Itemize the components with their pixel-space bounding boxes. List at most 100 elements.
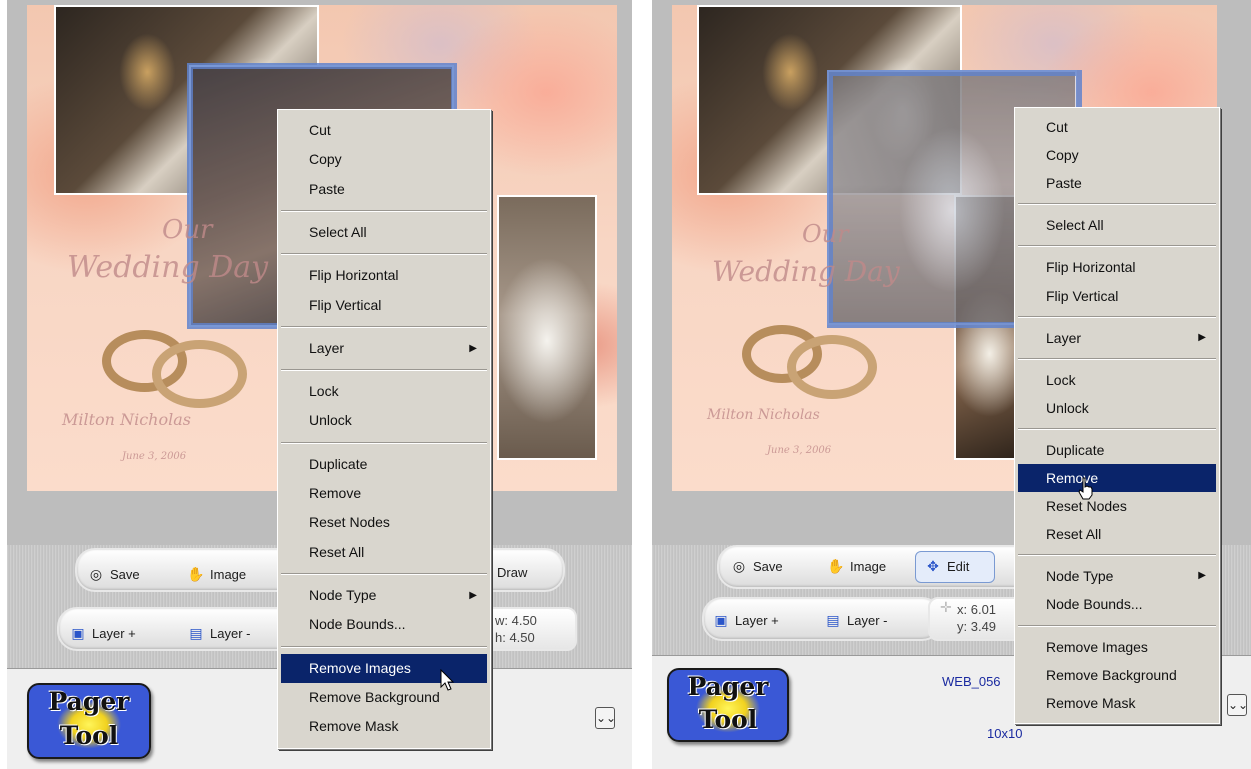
menu-item-paste[interactable]: Paste [281, 175, 487, 204]
menu-separator [1018, 203, 1216, 206]
card-names: Milton Nicholas [62, 410, 191, 429]
menu-item-remove-mask[interactable]: Remove Mask [1018, 689, 1216, 717]
menu-item-reset-all[interactable]: Reset All [281, 538, 487, 567]
menu-item-select-all[interactable]: Select All [281, 218, 487, 247]
file-name-label: WEB_056 [942, 674, 1001, 689]
menu-item-node-type[interactable]: Node Type ▶ [281, 581, 487, 610]
image-button[interactable]: ✋ Image [827, 557, 886, 575]
image-label: Image [850, 558, 887, 574]
menu-item-cut[interactable]: Cut [1018, 113, 1216, 141]
menu-item-label: Copy [309, 151, 342, 168]
edit-label: Edit [947, 558, 970, 574]
save-button[interactable]: ◎ Save [730, 557, 783, 575]
menu-item-remove-mask[interactable]: Remove Mask [281, 712, 487, 741]
logo-line1: Pager [687, 672, 769, 701]
menu-item-duplicate[interactable]: Duplicate [1018, 436, 1216, 464]
menu-item-lock[interactable]: Lock [281, 377, 487, 406]
menu-item-reset-nodes[interactable]: Reset Nodes [1018, 492, 1216, 520]
width-readout: w: 4.50 [495, 613, 537, 628]
y-readout: y: 3.49 [957, 619, 997, 634]
menu-item-reset-all[interactable]: Reset All [1018, 520, 1216, 548]
context-menu: Cut Copy Paste Select All Flip Horizontal Fli… [277, 109, 491, 749]
move-arrows-icon: ✥ [927, 558, 939, 574]
image-button[interactable]: ✋ Image [187, 565, 246, 583]
menu-item-node-bounds[interactable]: Node Bounds... [281, 610, 487, 639]
height-readout: h: 4.50 [495, 630, 535, 645]
layer-minus-label: Layer - [210, 625, 251, 641]
menu-item-layer[interactable]: Layer ▶ [1018, 324, 1216, 352]
card-date: June 3, 2006 [767, 445, 832, 456]
layer-down-icon: ▤ [826, 612, 840, 628]
layer-up-button[interactable]: ▣ Layer + [69, 624, 135, 642]
menu-item-label: Flip Horizontal [309, 267, 399, 284]
size-label: 10x10 [987, 726, 1023, 741]
layer-up-icon: ▣ [714, 612, 728, 628]
menu-item-flip-vertical[interactable]: Flip Vertical [281, 291, 487, 320]
triangle-right-icon: ▶ [469, 342, 477, 354]
menu-item-label: Layer [1046, 329, 1082, 346]
menu-item-label: Select All [309, 223, 367, 240]
layer-down-button[interactable]: ▤ Layer - [187, 624, 250, 642]
photo-groom[interactable] [497, 195, 597, 460]
menu-item-remove-background[interactable]: Remove Background [281, 683, 487, 712]
menu-item-remove[interactable]: Remove [1018, 464, 1216, 493]
menu-item-copy[interactable]: Copy [1018, 141, 1216, 169]
menu-item-layer[interactable]: Layer ▶ [281, 334, 487, 363]
layer-up-button[interactable]: ▣ Layer + [712, 611, 778, 629]
menu-item-label: Node Bounds... [309, 616, 406, 633]
menu-item-reset-nodes[interactable]: Reset Nodes [281, 508, 487, 537]
x-readout: x: 6.01 [957, 602, 997, 617]
menu-item-copy[interactable]: Copy [281, 145, 487, 174]
menu-item-label: Cut [1046, 119, 1068, 135]
image-label: Image [210, 566, 247, 582]
menu-separator [1018, 624, 1216, 627]
draw-button[interactable]: Draw [497, 565, 527, 580]
pager-tool-logo: Pager Tool [667, 668, 789, 742]
menu-item-select-all[interactable]: Select All [1018, 211, 1216, 239]
menu-item-remove[interactable]: Remove [281, 479, 487, 508]
menu-item-cut[interactable]: Cut [281, 116, 487, 145]
menu-item-label: Unlock [1046, 399, 1089, 416]
menu-item-flip-horizontal[interactable]: Flip Horizontal [281, 261, 487, 290]
ring-icon [787, 335, 877, 399]
menu-item-label: Cut [309, 122, 331, 138]
menu-item-label: Node Type [309, 586, 377, 603]
menu-item-duplicate[interactable]: Duplicate [281, 450, 487, 479]
menu-item-label: Remove Mask [309, 718, 399, 735]
logo-line2: Tool [59, 721, 119, 750]
menu-separator [1018, 315, 1216, 318]
menu-item-unlock[interactable]: Unlock [1018, 394, 1216, 422]
menu-item-paste[interactable]: Paste [1018, 169, 1216, 197]
menu-separator [1018, 245, 1216, 248]
menu-item-label: Flip Horizontal [1046, 259, 1136, 276]
menu-item-remove-images[interactable]: Remove Images [1018, 633, 1216, 661]
menu-item-label: Remove Background [1046, 666, 1177, 683]
layer-down-button[interactable]: ▤ Layer - [824, 611, 887, 629]
menu-item-label: Reset Nodes [309, 514, 390, 531]
menu-separator [281, 253, 487, 256]
menu-item-label: Layer [309, 339, 345, 356]
menu-item-label: Flip Vertical [309, 296, 382, 313]
double-chevron-down-icon[interactable]: ⌄⌄ [595, 707, 616, 729]
menu-item-label: Lock [1046, 371, 1076, 388]
double-chevron-down-icon[interactable]: ⌄⌄ [1227, 694, 1248, 716]
card-title-line1: Our [162, 215, 213, 245]
menu-separator [281, 369, 487, 372]
menu-item-label: Node Bounds... [1046, 596, 1143, 613]
save-button[interactable]: ◎ Save [87, 565, 140, 583]
menu-item-flip-horizontal[interactable]: Flip Horizontal [1018, 253, 1216, 281]
save-label: Save [753, 558, 783, 574]
right-screenshot-panel: Our Wedding Day Milton Nicholas June 3, … [652, 0, 1251, 769]
edit-button[interactable]: ✥ Edit [924, 557, 969, 575]
menu-item-lock[interactable]: Lock [1018, 366, 1216, 394]
menu-item-remove-images[interactable]: Remove Images [281, 653, 487, 683]
card-names: Milton Nicholas [707, 407, 820, 423]
menu-item-unlock[interactable]: Unlock [281, 406, 487, 435]
draw-label: Draw [497, 565, 528, 580]
menu-item-remove-background[interactable]: Remove Background [1018, 661, 1216, 689]
logo-line2: Tool [698, 705, 758, 734]
menu-item-node-bounds[interactable]: Node Bounds... [1018, 590, 1216, 618]
menu-item-flip-vertical[interactable]: Flip Vertical [1018, 282, 1216, 310]
menu-separator [281, 645, 487, 648]
menu-item-node-type[interactable]: Node Type ▶ [1018, 562, 1216, 590]
